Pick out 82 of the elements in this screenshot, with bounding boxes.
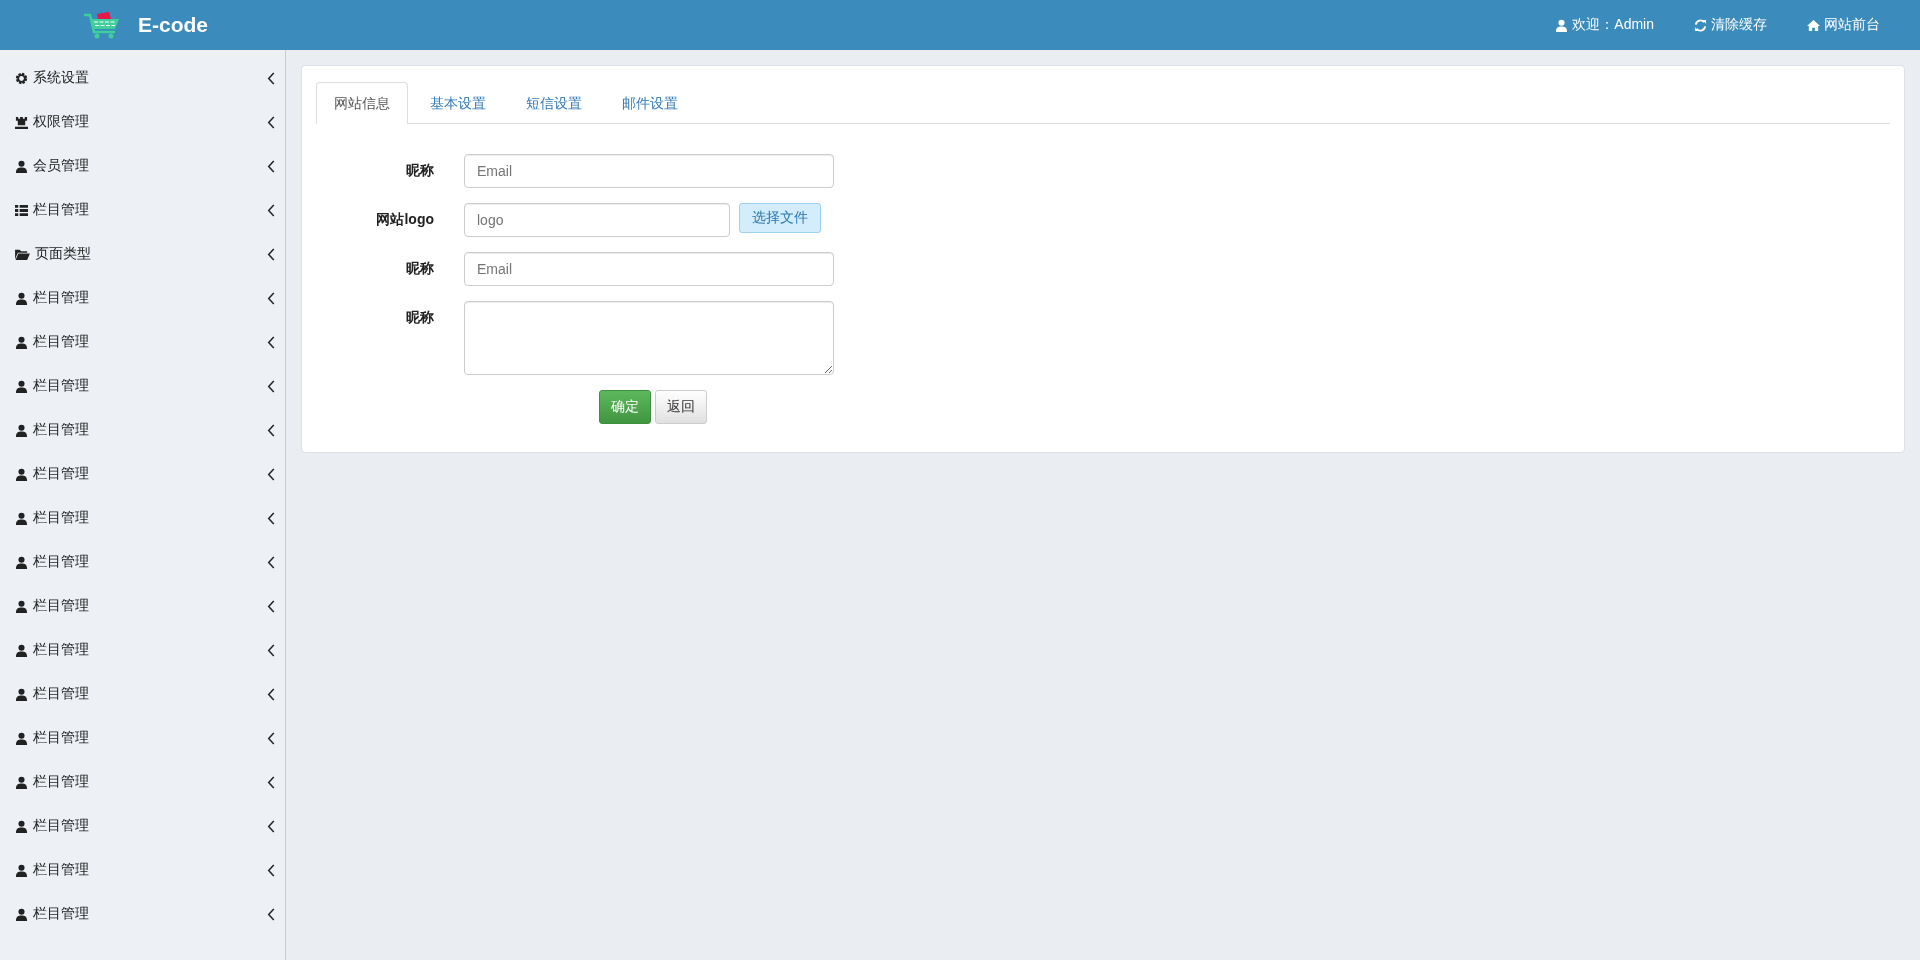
sidebar-item[interactable]: 会员管理 [0,144,285,188]
choose-file-button[interactable]: 选择文件 [739,203,821,233]
chevron-left-icon [267,907,275,921]
chevron-left-icon [267,599,275,613]
user-icon [15,555,28,569]
rook-icon [15,115,28,129]
sidebar-item[interactable]: 栏目管理 [0,408,285,452]
input-field[interactable]: Email [464,154,834,188]
sidebar-item[interactable]: 栏目管理 [0,276,285,320]
input-field[interactable]: logo [464,203,730,237]
sidebar-item[interactable]: 系统设置 [0,56,285,100]
user-icon [15,335,28,349]
chevron-left-icon [267,115,275,129]
tab[interactable]: 基本设置 [412,82,504,124]
sidebar-item[interactable]: 栏目管理 [0,628,285,672]
home-icon [1807,18,1820,32]
list-icon [15,203,28,217]
sidebar-item[interactable]: 栏目管理 [0,584,285,628]
field-label: 网站logo [375,210,434,229]
chevron-left-icon [267,335,275,349]
user-icon [15,863,28,877]
sidebar-item[interactable]: 栏目管理 [0,540,285,584]
chevron-left-icon [267,291,275,305]
refresh-icon [1694,18,1707,32]
user-icon [15,775,28,789]
tab[interactable]: 短信设置 [508,82,600,124]
sidebar-item[interactable]: 栏目管理 [0,848,285,892]
sidebar-item[interactable]: 栏目管理 [0,364,285,408]
sidebar-item[interactable]: 栏目管理 [0,188,285,232]
field-label: 昵称 [405,161,434,180]
brand-name: E-code [138,13,208,37]
chevron-left-icon [267,247,275,261]
field-label: 昵称 [405,308,434,327]
chevron-left-icon [267,643,275,657]
gear-icon [15,71,28,85]
header-link[interactable]: 网站前台 [1807,16,1880,34]
user-icon [15,643,28,657]
chevron-left-icon [267,555,275,569]
sidebar-item[interactable]: 栏目管理 [0,452,285,496]
text-area[interactable] [464,301,834,375]
header-link[interactable]: 清除缓存 [1694,16,1767,34]
chevron-left-icon [267,379,275,393]
sidebar-item[interactable]: 栏目管理 [0,804,285,848]
folder-icon [15,247,30,261]
chevron-left-icon [267,511,275,525]
user-icon [15,687,28,701]
user-icon [15,423,28,437]
user-icon [15,819,28,833]
sidebar-item[interactable]: 权限管理 [0,100,285,144]
sidebar-item[interactable]: 栏目管理 [0,760,285,804]
chevron-left-icon [267,423,275,437]
user-icon [15,599,28,613]
chevron-left-icon [267,687,275,701]
shopping-cart-logo-icon [82,10,122,40]
user-icon [15,731,28,745]
sidebar-item[interactable]: 栏目管理 [0,716,285,760]
user-icon [15,907,28,921]
header-link[interactable]: 欢迎：Admin [1555,16,1654,34]
user-icon [15,291,28,305]
input-field[interactable]: Email [464,252,834,286]
user-icon [1555,18,1569,32]
chevron-left-icon [267,467,275,481]
chevron-left-icon [267,819,275,833]
user-icon [15,379,28,393]
field-label: 昵称 [405,259,434,278]
sidebar-item[interactable]: 栏目管理 [0,892,285,936]
tab[interactable]: 网站信息 [316,82,408,124]
chevron-left-icon [267,203,275,217]
user-icon [15,159,28,173]
sidebar-item[interactable]: 栏目管理 [0,320,285,364]
tab[interactable]: 邮件设置 [604,82,696,124]
chevron-left-icon [267,863,275,877]
chevron-left-icon [267,731,275,745]
chevron-left-icon [267,71,275,85]
user-icon [15,511,28,525]
sidebar-item[interactable]: 页面类型 [0,232,285,276]
sidebar-item[interactable]: 栏目管理 [0,496,285,540]
chevron-left-icon [267,159,275,173]
sidebar-item[interactable]: 栏目管理 [0,672,285,716]
user-icon [15,467,28,481]
back-button[interactable]: 返回 [655,390,707,424]
chevron-left-icon [267,775,275,789]
